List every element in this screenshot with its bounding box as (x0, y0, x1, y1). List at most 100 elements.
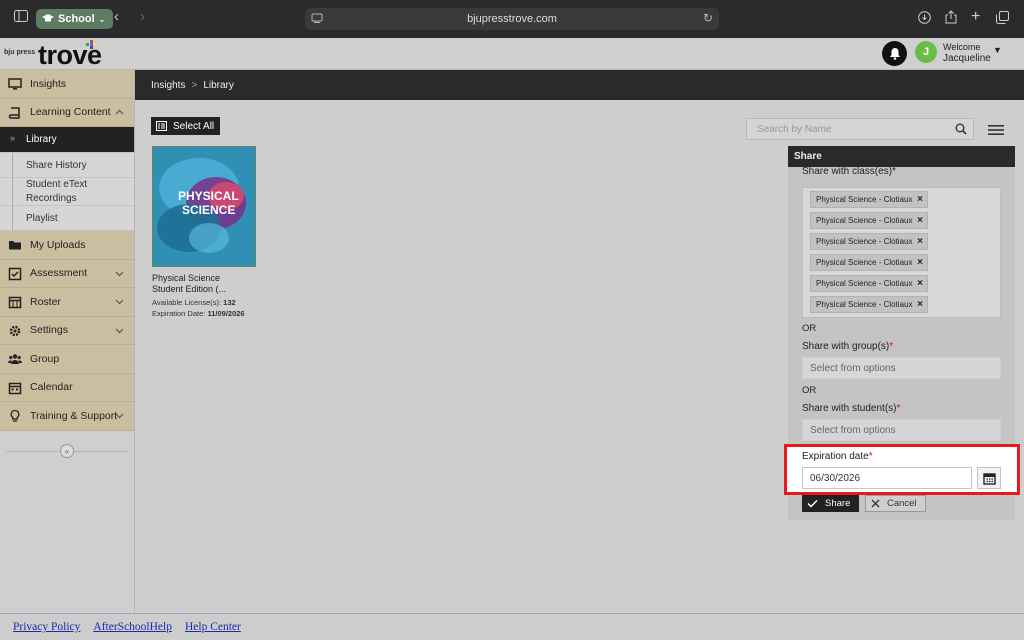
class-chip: Physical Science - Clotiaux × (810, 254, 928, 271)
forward-icon[interactable]: › (140, 8, 145, 25)
book-icon (8, 106, 20, 119)
profile-button[interactable]: School ⌄ (36, 9, 114, 29)
sidebar: Insights Learning Content » Library Shar… (0, 70, 135, 615)
remove-chip-icon[interactable]: × (917, 194, 923, 205)
remove-chip-icon[interactable]: × (917, 236, 923, 247)
back-icon[interactable]: ‹ (114, 8, 119, 25)
close-icon (871, 499, 880, 508)
book-title[interactable]: Physical Science Student Edition (... (152, 273, 252, 295)
remove-chip-icon[interactable]: × (917, 215, 923, 226)
sidebar-subitem-label: Playlist (26, 212, 58, 224)
sidebar-item-label: My Uploads (30, 238, 86, 251)
select-all-icon (156, 121, 167, 131)
share-button[interactable]: Share (802, 495, 859, 512)
sidebar-subitem-share-history[interactable]: Share History (0, 153, 134, 178)
sidebar-subitem-library[interactable]: » Library (0, 127, 134, 153)
book-cover-title-2: SCIENCE (182, 203, 235, 217)
share-browser-icon[interactable] (945, 10, 957, 27)
address-bar[interactable]: bjupresstrove.com ↻ (305, 8, 719, 30)
notification-bell-icon[interactable] (882, 41, 907, 66)
chevron-up-icon (115, 109, 124, 114)
expiration-value: 11/09/2026 (207, 309, 245, 318)
share-panel-title: Share (788, 146, 1015, 167)
sidebar-toggle-icon[interactable] (14, 10, 28, 25)
remove-chip-icon[interactable]: × (917, 257, 923, 268)
breadcrumb-library: Library (203, 79, 234, 91)
class-chip: Physical Science - Clotiaux × (810, 296, 928, 313)
groups-select[interactable]: Select from options (802, 357, 1001, 379)
folder-icon (9, 241, 21, 250)
site-settings-icon (311, 13, 323, 23)
students-select[interactable]: Select from options (802, 419, 1001, 441)
class-chip: Physical Science - Clotiaux × (810, 212, 928, 229)
browser-toolbar: School ⌄ ‹ › bjupresstrove.com ↻ + (0, 0, 1024, 38)
class-chip: Physical Science - Clotiaux × (810, 233, 928, 250)
search-placeholder: Search by Name (757, 123, 832, 135)
or-label: OR (802, 323, 817, 334)
search-input[interactable]: Search by Name (746, 118, 974, 140)
graduation-cap-icon (42, 14, 54, 22)
book-cover[interactable]: PHYSICAL SCIENCE (152, 146, 256, 267)
select-all-label: Select All (173, 120, 215, 132)
remove-chip-icon[interactable]: × (917, 299, 923, 310)
or-label: OR (802, 385, 817, 396)
breadcrumb: Insights > Library (135, 70, 1024, 100)
user-name[interactable]: Jacqueline (943, 53, 991, 64)
chevron-down-icon (115, 271, 124, 276)
sidebar-item-settings[interactable]: Settings (0, 316, 134, 345)
licenses-value: 132 (223, 298, 236, 307)
sidebar-subitem-playlist[interactable]: Playlist (0, 206, 134, 231)
sidebar-item-label: Calendar (30, 381, 73, 394)
share-with-classes-label: Share with class(es)* (802, 167, 896, 177)
new-tab-icon[interactable]: + (971, 8, 980, 26)
breadcrumb-insights[interactable]: Insights (151, 80, 185, 91)
expiration-date-label: Expiration date* (802, 451, 873, 462)
sidebar-item-label: Insights (30, 77, 67, 90)
calendar-picker-button[interactable] (977, 467, 1001, 489)
search-icon[interactable] (955, 123, 967, 135)
chevron-right-icon: » (10, 133, 16, 143)
help-center-link[interactable]: Help Center (185, 621, 241, 633)
share-with-groups-label: Share with group(s)* (802, 341, 894, 352)
sidebar-item-my-uploads[interactable]: My Uploads (0, 231, 134, 260)
class-chip: Physical Science - Clotiaux × (810, 275, 928, 292)
privacy-policy-link[interactable]: Privacy Policy (13, 621, 80, 633)
class-chip: Physical Science - Clotiaux × (810, 191, 928, 208)
expiration-date-input[interactable]: 06/30/2026 (802, 467, 972, 489)
sidebar-item-learning-content[interactable]: Learning Content (0, 98, 134, 127)
tab-overview-icon[interactable] (996, 11, 1009, 27)
cancel-button[interactable]: Cancel (865, 495, 926, 512)
sidebar-subitem-student-etext-recordings[interactable]: Student eText Recordings (0, 178, 134, 206)
remove-chip-icon[interactable]: × (917, 278, 923, 289)
monitor-icon (8, 78, 22, 90)
sidebar-subitem-label: Library (26, 134, 57, 145)
footer: Privacy Policy AfterSchoolHelp Help Cent… (0, 613, 1024, 640)
select-all-button[interactable]: Select All (151, 117, 220, 135)
download-icon[interactable] (918, 11, 931, 27)
app-header: bju press trove (0, 38, 1024, 70)
checkmark-icon (807, 499, 818, 508)
sidebar-item-assessment[interactable]: Assessment (0, 259, 134, 288)
sidebar-item-training-support[interactable]: Training & Support (0, 402, 134, 431)
sidebar-item-calendar[interactable]: Calendar (0, 373, 134, 402)
user-menu-caret-icon[interactable]: ▼ (993, 45, 1002, 55)
collapse-sidebar-icon[interactable]: « (60, 444, 74, 458)
class-multiselect[interactable]: Physical Science - Clotiaux × Physical Sc… (802, 187, 1001, 318)
sidebar-subitem-label: Student eText Recordings (26, 178, 88, 204)
breadcrumb-separator: > (191, 79, 198, 91)
sidebar-subitem-label: Share History (26, 159, 87, 171)
chevron-down-icon (115, 413, 124, 419)
avatar[interactable]: J (915, 41, 937, 63)
sidebar-item-roster[interactable]: Roster (0, 288, 134, 317)
logo-bju-press: bju press (4, 49, 36, 56)
afterschoolhelp-link[interactable]: AfterSchoolHelp (93, 621, 172, 633)
lightbulb-icon (10, 409, 20, 422)
sidebar-item-insights[interactable]: Insights (0, 70, 134, 99)
sidebar-item-label: Training & Support (30, 409, 118, 422)
reload-icon[interactable]: ↻ (703, 11, 713, 25)
calendar-icon (982, 472, 996, 485)
url-text: bjupresstrove.com (467, 13, 557, 25)
sidebar-item-group[interactable]: Group (0, 345, 134, 374)
share-with-students-label: Share with student(s)* (802, 403, 901, 414)
menu-icon[interactable] (988, 124, 1004, 136)
